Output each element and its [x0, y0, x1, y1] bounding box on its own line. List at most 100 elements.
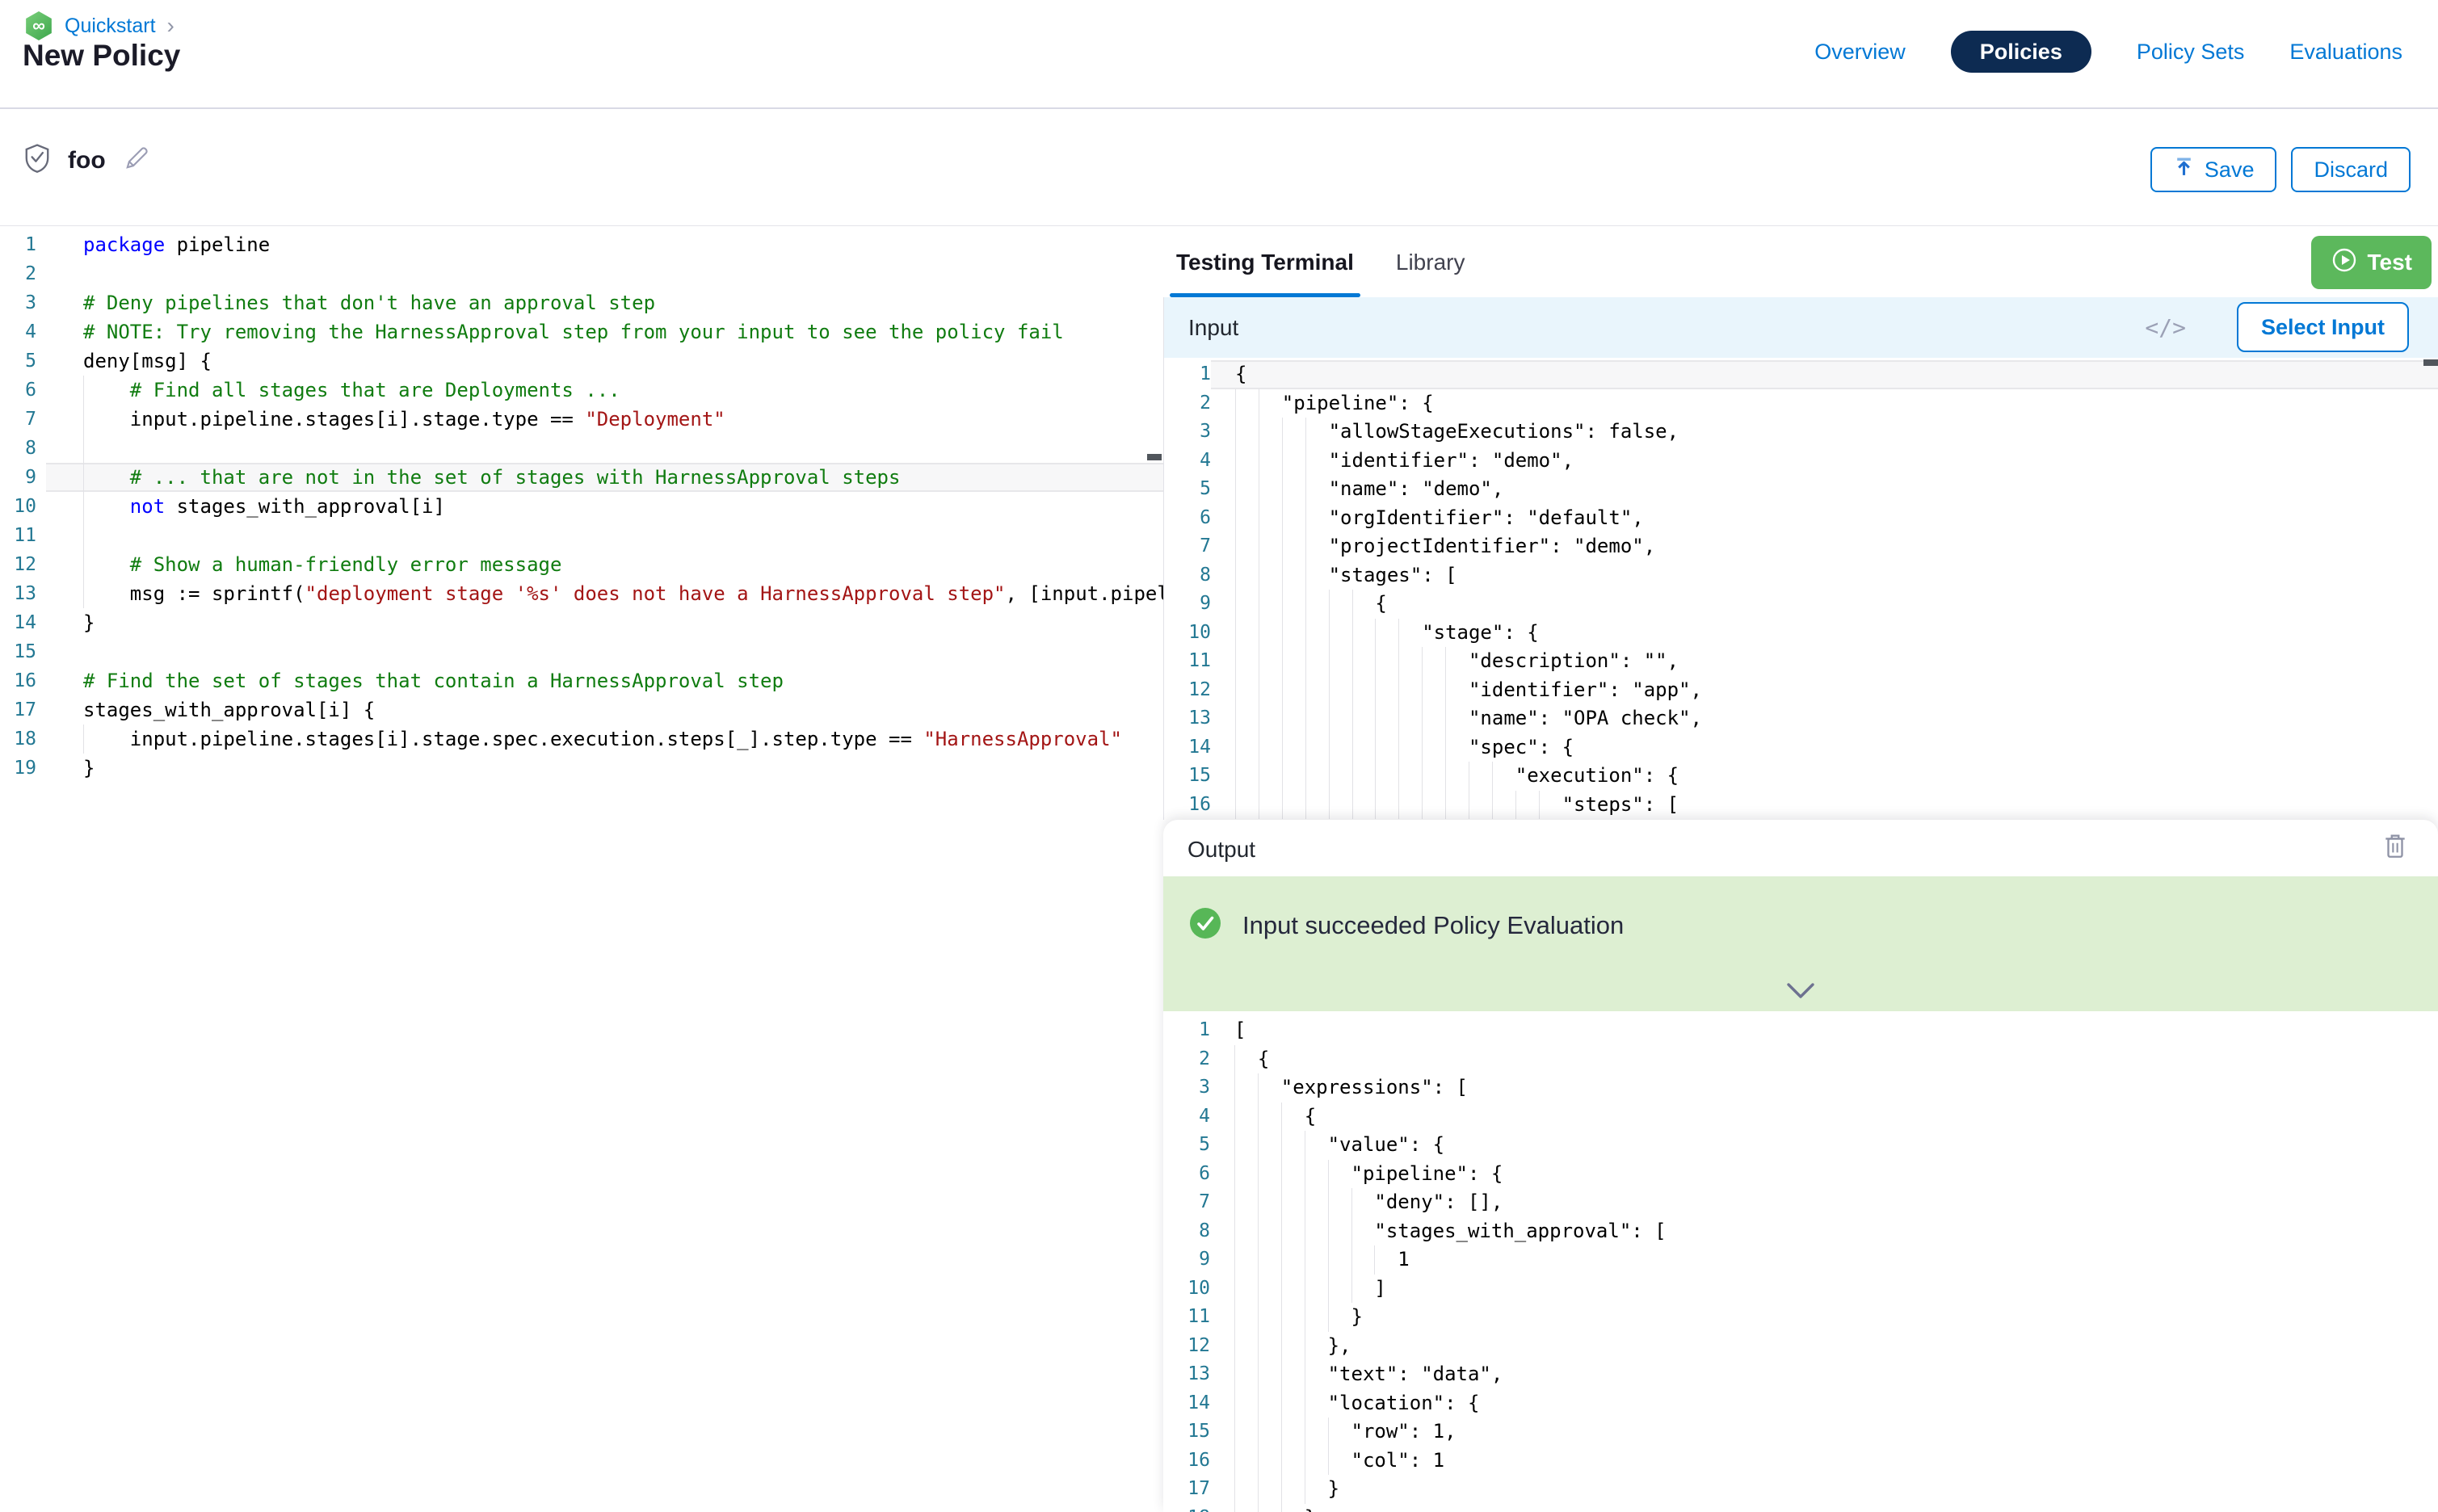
code-line[interactable]: 17 } — [1163, 1475, 2438, 1504]
line-number: 2 — [1163, 1045, 1210, 1074]
discard-button[interactable]: Discard — [2291, 147, 2411, 192]
code-line[interactable]: 13 "text": "data", — [1163, 1360, 2438, 1389]
evaluation-success-banner: Input succeeded Policy Evaluation — [1163, 876, 2438, 1011]
code-line[interactable]: 13 msg := sprintf("deployment stage '%s'… — [0, 579, 1163, 608]
nav-tab-policies[interactable]: Policies — [1951, 31, 2091, 73]
top-nav: Overview Policies Policy Sets Evaluation… — [1814, 29, 2402, 74]
code-line[interactable]: 19} — [0, 754, 1163, 783]
terminal-tabs-row: Testing Terminal Library Test — [1163, 227, 2438, 297]
code-line[interactable]: 12 "identifier": "app", — [1164, 676, 2438, 705]
output-title: Output — [1187, 820, 1255, 880]
code-line[interactable]: 6 # Find all stages that are Deployments… — [0, 376, 1163, 405]
toolbar-divider — [0, 225, 2438, 226]
code-line[interactable]: 4 { — [1163, 1102, 2438, 1132]
save-label: Save — [2205, 158, 2255, 183]
nav-tab-evaluations[interactable]: Evaluations — [2289, 40, 2402, 65]
input-json-editor[interactable]: 1{2 "pipeline": {3 "allowStageExecutions… — [1163, 358, 2438, 820]
save-button[interactable]: Save — [2150, 147, 2277, 192]
code-line[interactable]: 16 "steps": [ — [1164, 791, 2438, 820]
code-line[interactable]: 8 "stages": [ — [1164, 561, 2438, 590]
upload-icon — [2173, 156, 2195, 183]
test-button[interactable]: Test — [2311, 236, 2432, 289]
code-line[interactable]: 6 "orgIdentifier": "default", — [1164, 504, 2438, 533]
page-title: New Policy — [23, 39, 180, 73]
code-line[interactable]: 7 input.pipeline.stages[i].stage.type ==… — [0, 405, 1163, 434]
code-line[interactable]: 14 "location": { — [1163, 1389, 2438, 1418]
code-line[interactable]: 7 "deny": [], — [1163, 1188, 2438, 1217]
nav-tab-policy-sets[interactable]: Policy Sets — [2137, 40, 2245, 65]
line-number: 2 — [1164, 389, 1211, 418]
line-number: 16 — [0, 666, 36, 695]
code-line[interactable]: 9 { — [1164, 590, 2438, 619]
line-number: 16 — [1164, 791, 1211, 820]
trash-icon[interactable] — [2383, 833, 2407, 864]
output-header: Output — [1163, 820, 2438, 876]
code-line[interactable]: 14 "spec": { — [1164, 733, 2438, 762]
code-line[interactable]: 11 — [0, 521, 1163, 550]
line-number: 18 — [0, 724, 36, 754]
policy-code-editor[interactable]: 1package pipeline23# Deny pipelines that… — [0, 227, 1163, 1512]
code-line[interactable]: 3 "expressions": [ — [1163, 1073, 2438, 1102]
code-line[interactable]: 7 "projectIdentifier": "demo", — [1164, 532, 2438, 561]
code-line[interactable]: 9 1 — [1163, 1245, 2438, 1275]
line-number: 10 — [0, 492, 36, 521]
breadcrumb: ∞ Quickstart › — [24, 11, 174, 40]
chevron-right-icon: › — [167, 15, 174, 37]
code-line[interactable]: 2 "pipeline": { — [1164, 389, 2438, 418]
line-number: 7 — [0, 405, 36, 434]
code-line[interactable]: 2 — [0, 259, 1163, 288]
code-line[interactable]: 11 "description": "", — [1164, 647, 2438, 676]
discard-label: Discard — [2314, 158, 2388, 183]
edit-pencil-icon[interactable] — [124, 145, 149, 175]
code-line[interactable]: 5 "value": { — [1163, 1131, 2438, 1160]
code-line[interactable]: 8 — [0, 434, 1163, 463]
code-line[interactable]: 1[ — [1163, 1016, 2438, 1045]
code-line[interactable]: 4 "identifier": "demo", — [1164, 447, 2438, 476]
code-line[interactable]: 16 "col": 1 — [1163, 1447, 2438, 1476]
code-line[interactable]: 3# Deny pipelines that don't have an app… — [0, 288, 1163, 317]
code-line[interactable]: 13 "name": "OPA check", — [1164, 704, 2438, 733]
code-line[interactable]: 10 ] — [1163, 1275, 2438, 1304]
line-number: 12 — [1164, 676, 1211, 705]
nav-tab-overview[interactable]: Overview — [1814, 40, 1906, 65]
tab-testing-terminal[interactable]: Testing Terminal — [1176, 227, 1354, 297]
line-number: 19 — [0, 754, 36, 783]
code-line[interactable]: 15 "row": 1, — [1163, 1418, 2438, 1447]
select-input-button[interactable]: Select Input — [2237, 302, 2409, 352]
code-line[interactable]: 5deny[msg] { — [0, 346, 1163, 376]
breadcrumb-link-quickstart[interactable]: Quickstart — [65, 15, 156, 38]
code-line[interactable]: 15 — [0, 637, 1163, 666]
code-line[interactable]: 1package pipeline — [0, 230, 1163, 259]
line-number: 17 — [0, 695, 36, 724]
code-line[interactable]: 16# Find the set of stages that contain … — [0, 666, 1163, 695]
line-number: 14 — [1164, 733, 1211, 762]
chevron-down-icon[interactable] — [1785, 981, 1816, 1005]
tab-library[interactable]: Library — [1396, 227, 1465, 297]
code-line[interactable]: 10 "stage": { — [1164, 619, 2438, 648]
code-line[interactable]: 14} — [0, 608, 1163, 637]
policy-name: foo — [68, 147, 106, 174]
code-line[interactable]: 3 "allowStageExecutions": false, — [1164, 418, 2438, 447]
code-line[interactable]: 8 "stages_with_approval": [ — [1163, 1217, 2438, 1246]
code-line[interactable]: 4# NOTE: Try removing the HarnessApprova… — [0, 317, 1163, 346]
line-number: 6 — [1163, 1160, 1210, 1189]
policy-editor-page: { "header": { "breadcrumb": "Quickstart"… — [0, 0, 2438, 1512]
code-line[interactable]: 2 { — [1163, 1045, 2438, 1074]
line-number: 12 — [1163, 1332, 1210, 1361]
code-line[interactable]: 18 input.pipeline.stages[i].stage.spec.e… — [0, 724, 1163, 754]
code-line[interactable]: 6 "pipeline": { — [1163, 1160, 2438, 1189]
output-json-editor[interactable]: 1[2 {3 "expressions": [4 {5 "value": {6 … — [1163, 1011, 2438, 1512]
code-line[interactable]: 12 }, — [1163, 1332, 2438, 1361]
code-line[interactable]: 10 not stages_with_approval[i] — [0, 492, 1163, 521]
code-line[interactable]: 17stages_with_approval[i] { — [0, 695, 1163, 724]
code-line[interactable]: 12 # Show a human-friendly error message — [0, 550, 1163, 579]
line-number: 5 — [1164, 475, 1211, 504]
code-line[interactable]: 1{ — [1164, 360, 2438, 389]
code-line[interactable]: 11 } — [1163, 1303, 2438, 1332]
code-line[interactable]: 5 "name": "demo", — [1164, 475, 2438, 504]
code-brackets-icon[interactable]: </> — [2145, 297, 2186, 358]
line-number: 1 — [1164, 360, 1211, 389]
code-line[interactable]: 18 } — [1163, 1504, 2438, 1512]
code-line[interactable]: 9 # ... that are not in the set of stage… — [0, 463, 1163, 492]
code-line[interactable]: 15 "execution": { — [1164, 762, 2438, 791]
